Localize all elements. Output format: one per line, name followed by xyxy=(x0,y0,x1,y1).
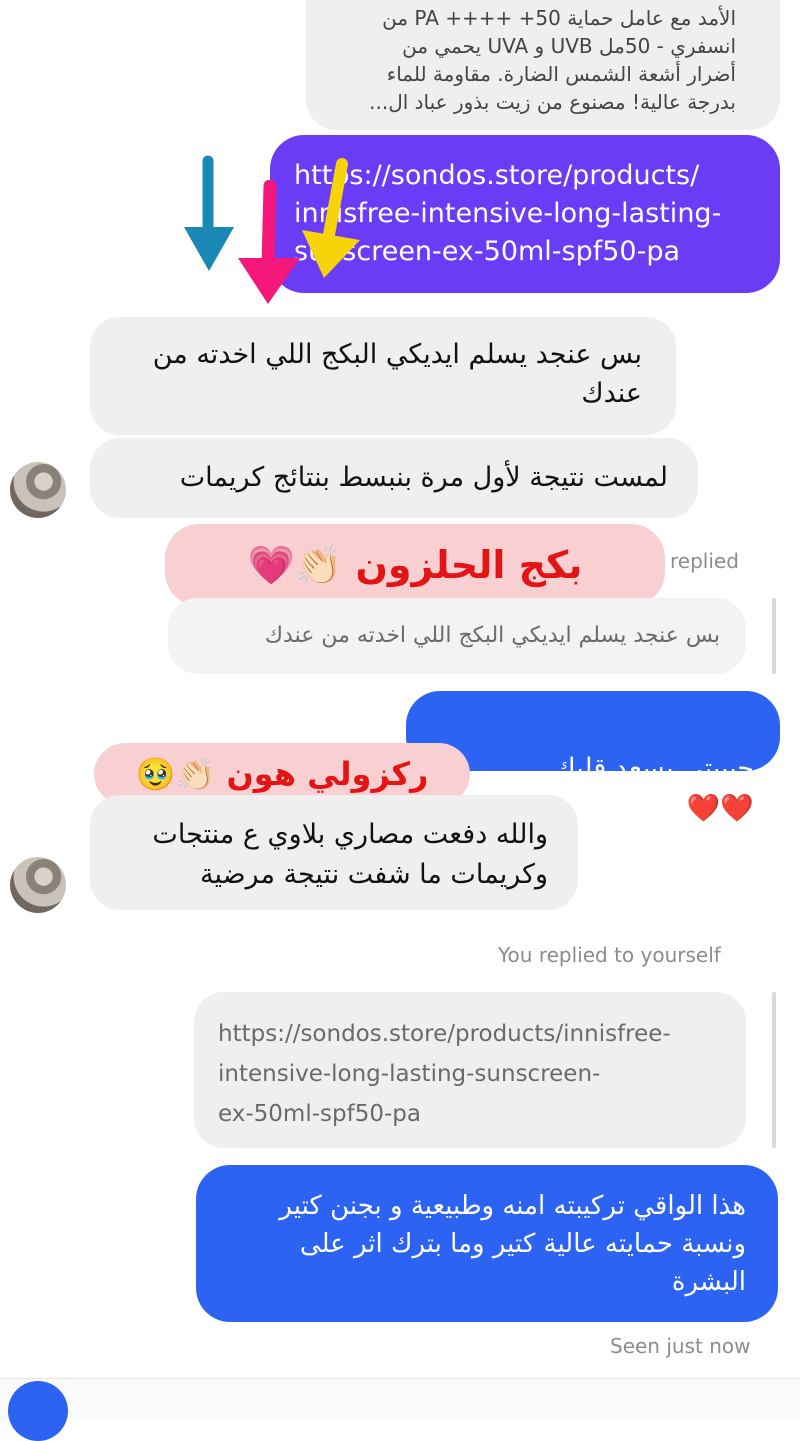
message-composer xyxy=(0,1378,800,1441)
sticker-text: بكج الحلزون xyxy=(355,543,583,587)
incoming-message[interactable]: والله دفعت مصاري بلاوي ع منتجات وكريمات … xyxy=(90,795,578,910)
snail-package-sticker: بكج الحلزون 👏🏻💗 xyxy=(165,524,665,606)
sender-avatar-icon[interactable] xyxy=(10,857,66,913)
incoming-message[interactable]: لمست نتيجة لأول مرة بنبسط بنتائج كريمات xyxy=(90,438,698,518)
heart-emojis: ❤️❤️ xyxy=(686,793,754,824)
reply-indicator-bar xyxy=(772,598,776,674)
outgoing-message[interactable]: هذا الواقي تركيبته امنه وطبيعية و بجنن ك… xyxy=(196,1165,778,1322)
replied-label: replied xyxy=(670,549,739,573)
replied-yourself-label: You replied to yourself xyxy=(498,943,721,967)
sticker-emojis: 👏🏻💗 xyxy=(247,543,343,587)
seen-status: Seen just now xyxy=(610,1334,751,1358)
sender-avatar-icon[interactable] xyxy=(10,462,66,518)
incoming-message[interactable]: بس عنجد يسلم ايديكي البكج اللي اخدته من … xyxy=(90,317,676,435)
sticker-emojis: 👏🏻🥹 xyxy=(135,755,216,793)
camera-icon[interactable] xyxy=(8,1381,68,1441)
link-preview-bubble[interactable]: الأمد مع عامل حماية 50+ ++++ PA من انسفر… xyxy=(306,0,780,130)
message-text: حبيبتي يسعد قلبك xyxy=(553,753,755,784)
arrow-down-icon xyxy=(302,158,360,278)
quoted-link[interactable]: https://sondos.store/products/innisfree-… xyxy=(194,992,746,1148)
sticker-text: ركزولي هون xyxy=(226,755,429,793)
quoted-reply[interactable]: بس عنجد يسلم ايديكي البكج اللي اخدته من … xyxy=(168,598,746,674)
arrow-down-icon xyxy=(238,180,300,304)
reply-indicator-bar xyxy=(772,992,776,1148)
arrow-down-icon xyxy=(184,155,234,271)
